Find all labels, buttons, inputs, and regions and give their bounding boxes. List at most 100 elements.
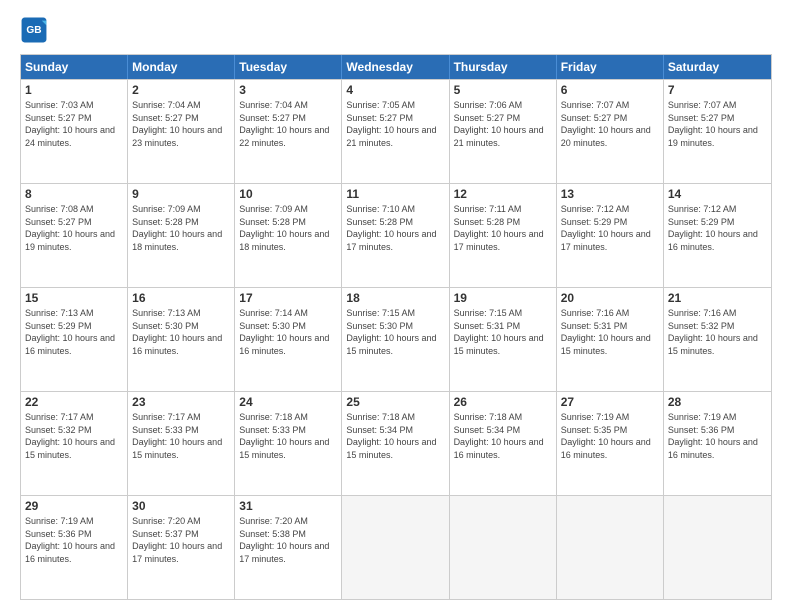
empty-cell — [664, 496, 771, 599]
day-number: 11 — [346, 187, 444, 201]
day-info: Sunrise: 7:15 AMSunset: 5:30 PMDaylight:… — [346, 307, 444, 357]
day-number: 3 — [239, 83, 337, 97]
day-number: 13 — [561, 187, 659, 201]
day-info: Sunrise: 7:18 AMSunset: 5:34 PMDaylight:… — [346, 411, 444, 461]
calendar-body: 1 Sunrise: 7:03 AMSunset: 5:27 PMDaylight… — [21, 79, 771, 599]
day-info: Sunrise: 7:15 AMSunset: 5:31 PMDaylight:… — [454, 307, 552, 357]
day-info: Sunrise: 7:04 AMSunset: 5:27 PMDaylight:… — [132, 99, 230, 149]
header: GB — [20, 16, 772, 44]
header-day-thursday: Thursday — [450, 55, 557, 79]
day-number: 31 — [239, 499, 337, 513]
day-info: Sunrise: 7:09 AMSunset: 5:28 PMDaylight:… — [239, 203, 337, 253]
day-info: Sunrise: 7:13 AMSunset: 5:30 PMDaylight:… — [132, 307, 230, 357]
empty-cell — [342, 496, 449, 599]
day-cell-19: 19 Sunrise: 7:15 AMSunset: 5:31 PMDayligh… — [450, 288, 557, 391]
header-day-saturday: Saturday — [664, 55, 771, 79]
day-info: Sunrise: 7:07 AMSunset: 5:27 PMDaylight:… — [668, 99, 767, 149]
day-number: 22 — [25, 395, 123, 409]
calendar-header: SundayMondayTuesdayWednesdayThursdayFrid… — [21, 55, 771, 79]
day-number: 28 — [668, 395, 767, 409]
day-info: Sunrise: 7:14 AMSunset: 5:30 PMDaylight:… — [239, 307, 337, 357]
day-cell-27: 27 Sunrise: 7:19 AMSunset: 5:35 PMDayligh… — [557, 392, 664, 495]
day-number: 6 — [561, 83, 659, 97]
day-info: Sunrise: 7:19 AMSunset: 5:35 PMDaylight:… — [561, 411, 659, 461]
day-number: 2 — [132, 83, 230, 97]
day-info: Sunrise: 7:18 AMSunset: 5:33 PMDaylight:… — [239, 411, 337, 461]
day-info: Sunrise: 7:11 AMSunset: 5:28 PMDaylight:… — [454, 203, 552, 253]
day-number: 16 — [132, 291, 230, 305]
day-cell-18: 18 Sunrise: 7:15 AMSunset: 5:30 PMDayligh… — [342, 288, 449, 391]
day-cell-25: 25 Sunrise: 7:18 AMSunset: 5:34 PMDayligh… — [342, 392, 449, 495]
day-info: Sunrise: 7:05 AMSunset: 5:27 PMDaylight:… — [346, 99, 444, 149]
day-cell-28: 28Sunrise: 7:19 AMSunset: 5:36 PMDayligh… — [664, 392, 771, 495]
day-number: 30 — [132, 499, 230, 513]
day-cell-21: 21 Sunrise: 7:16 AMSunset: 5:32 PMDayligh… — [664, 288, 771, 391]
day-cell-8: 8 Sunrise: 7:08 AMSunset: 5:27 PMDaylight… — [21, 184, 128, 287]
logo: GB — [20, 16, 52, 44]
day-cell-22: 22 Sunrise: 7:17 AMSunset: 5:32 PMDayligh… — [21, 392, 128, 495]
day-number: 26 — [454, 395, 552, 409]
day-info: Sunrise: 7:10 AMSunset: 5:28 PMDaylight:… — [346, 203, 444, 253]
day-cell-20: 20 Sunrise: 7:16 AMSunset: 5:31 PMDayligh… — [557, 288, 664, 391]
day-cell-12: 12Sunrise: 7:11 AMSunset: 5:28 PMDayligh… — [450, 184, 557, 287]
day-info: Sunrise: 7:12 AMSunset: 5:29 PMDaylight:… — [561, 203, 659, 253]
day-info: Sunrise: 7:18 AMSunset: 5:34 PMDaylight:… — [454, 411, 552, 461]
header-day-friday: Friday — [557, 55, 664, 79]
day-cell-1: 1 Sunrise: 7:03 AMSunset: 5:27 PMDaylight… — [21, 80, 128, 183]
header-day-monday: Monday — [128, 55, 235, 79]
svg-text:GB: GB — [26, 25, 41, 36]
day-number: 4 — [346, 83, 444, 97]
day-info: Sunrise: 7:17 AMSunset: 5:32 PMDaylight:… — [25, 411, 123, 461]
day-cell-30: 30Sunrise: 7:20 AMSunset: 5:37 PMDayligh… — [128, 496, 235, 599]
day-info: Sunrise: 7:16 AMSunset: 5:32 PMDaylight:… — [668, 307, 767, 357]
day-cell-15: 15Sunrise: 7:13 AMSunset: 5:29 PMDayligh… — [21, 288, 128, 391]
day-info: Sunrise: 7:19 AMSunset: 5:36 PMDaylight:… — [25, 515, 123, 565]
day-info: Sunrise: 7:17 AMSunset: 5:33 PMDaylight:… — [132, 411, 230, 461]
day-number: 27 — [561, 395, 659, 409]
day-cell-10: 10 Sunrise: 7:09 AMSunset: 5:28 PMDayligh… — [235, 184, 342, 287]
day-cell-6: 6 Sunrise: 7:07 AMSunset: 5:27 PMDaylight… — [557, 80, 664, 183]
week-row-3: 15Sunrise: 7:13 AMSunset: 5:29 PMDayligh… — [21, 287, 771, 391]
day-number: 25 — [346, 395, 444, 409]
day-number: 14 — [668, 187, 767, 201]
day-number: 21 — [668, 291, 767, 305]
day-cell-26: 26 Sunrise: 7:18 AMSunset: 5:34 PMDayligh… — [450, 392, 557, 495]
day-info: Sunrise: 7:07 AMSunset: 5:27 PMDaylight:… — [561, 99, 659, 149]
logo-icon: GB — [20, 16, 48, 44]
day-number: 18 — [346, 291, 444, 305]
day-info: Sunrise: 7:16 AMSunset: 5:31 PMDaylight:… — [561, 307, 659, 357]
day-info: Sunrise: 7:04 AMSunset: 5:27 PMDaylight:… — [239, 99, 337, 149]
day-cell-13: 13 Sunrise: 7:12 AMSunset: 5:29 PMDayligh… — [557, 184, 664, 287]
day-number: 7 — [668, 83, 767, 97]
day-cell-17: 17 Sunrise: 7:14 AMSunset: 5:30 PMDayligh… — [235, 288, 342, 391]
day-info: Sunrise: 7:12 AMSunset: 5:29 PMDaylight:… — [668, 203, 767, 253]
day-info: Sunrise: 7:06 AMSunset: 5:27 PMDaylight:… — [454, 99, 552, 149]
day-info: Sunrise: 7:03 AMSunset: 5:27 PMDaylight:… — [25, 99, 123, 149]
day-cell-4: 4 Sunrise: 7:05 AMSunset: 5:27 PMDaylight… — [342, 80, 449, 183]
day-info: Sunrise: 7:13 AMSunset: 5:29 PMDaylight:… — [25, 307, 123, 357]
day-number: 1 — [25, 83, 123, 97]
header-day-sunday: Sunday — [21, 55, 128, 79]
header-day-tuesday: Tuesday — [235, 55, 342, 79]
day-cell-7: 7 Sunrise: 7:07 AMSunset: 5:27 PMDaylight… — [664, 80, 771, 183]
empty-cell — [557, 496, 664, 599]
day-info: Sunrise: 7:08 AMSunset: 5:27 PMDaylight:… — [25, 203, 123, 253]
calendar: SundayMondayTuesdayWednesdayThursdayFrid… — [20, 54, 772, 600]
day-number: 20 — [561, 291, 659, 305]
day-cell-11: 11 Sunrise: 7:10 AMSunset: 5:28 PMDayligh… — [342, 184, 449, 287]
day-cell-5: 5 Sunrise: 7:06 AMSunset: 5:27 PMDaylight… — [450, 80, 557, 183]
day-number: 17 — [239, 291, 337, 305]
day-cell-3: 3 Sunrise: 7:04 AMSunset: 5:27 PMDaylight… — [235, 80, 342, 183]
day-number: 19 — [454, 291, 552, 305]
day-info: Sunrise: 7:20 AMSunset: 5:38 PMDaylight:… — [239, 515, 337, 565]
page: GB SundayMondayTuesdayWednesdayThursdayF… — [0, 0, 792, 612]
day-number: 10 — [239, 187, 337, 201]
empty-cell — [450, 496, 557, 599]
day-info: Sunrise: 7:09 AMSunset: 5:28 PMDaylight:… — [132, 203, 230, 253]
week-row-5: 29Sunrise: 7:19 AMSunset: 5:36 PMDayligh… — [21, 495, 771, 599]
day-number: 8 — [25, 187, 123, 201]
day-number: 5 — [454, 83, 552, 97]
day-number: 9 — [132, 187, 230, 201]
day-cell-31: 31 Sunrise: 7:20 AMSunset: 5:38 PMDayligh… — [235, 496, 342, 599]
header-day-wednesday: Wednesday — [342, 55, 449, 79]
